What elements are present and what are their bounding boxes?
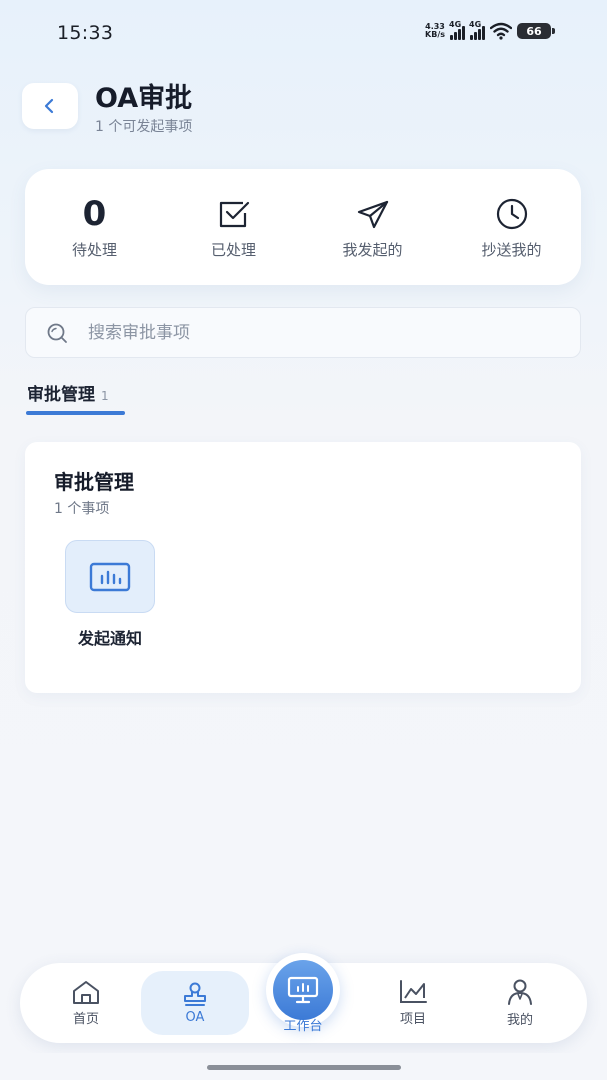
stat-initiated[interactable]: 我发起的	[303, 169, 442, 285]
group-title: 审批管理	[54, 470, 134, 494]
monitor-icon	[287, 976, 319, 1004]
stat-label: 抄送我的	[481, 241, 542, 259]
page-subtitle: 1 个可发起事项	[95, 119, 193, 135]
stats-card: 0 待处理 已处理 我发起的 抄送我的	[25, 169, 581, 285]
send-icon	[357, 200, 388, 229]
line-chart-icon	[400, 980, 427, 1003]
signal-1-icon: 4G	[449, 20, 465, 40]
nav-label: 我的	[506, 1013, 533, 1028]
stat-processed[interactable]: 已处理	[164, 169, 303, 285]
search-input[interactable]	[88, 322, 528, 343]
app-label-send-notice[interactable]: 发起通知	[55, 625, 165, 649]
nav-label-workbench[interactable]: 工作台	[268, 1015, 338, 1034]
approval-group-card: 审批管理 1 个事项 发起通知	[25, 442, 581, 693]
chart-board-icon	[89, 562, 131, 591]
signal-2-icon: 4G	[469, 20, 485, 40]
nav-label: 项目	[399, 1012, 426, 1027]
stat-label: 我发起的	[342, 241, 403, 259]
stamp-icon	[184, 982, 206, 1006]
tab-underline	[26, 411, 125, 415]
battery-icon: 66	[517, 23, 555, 39]
chevron-left-icon	[44, 98, 54, 114]
tab-approval-management[interactable]: 审批管理 1	[27, 380, 109, 405]
status-bar: 15:33 4.33 KB/s 4G 4G 66	[0, 0, 607, 64]
nav-item-projects[interactable]: 项目	[375, 963, 451, 1043]
user-icon	[508, 979, 532, 1005]
stat-label: 待处理	[71, 241, 117, 259]
clock-icon	[496, 198, 527, 230]
nav-item-oa[interactable]: OA	[141, 971, 249, 1035]
wifi-icon	[490, 22, 512, 40]
back-button[interactable]	[22, 83, 78, 129]
stat-pending[interactable]: 0 待处理	[25, 169, 164, 285]
nav-label: OA	[185, 1010, 205, 1025]
tab-label: 审批管理	[27, 385, 95, 405]
stat-cc[interactable]: 抄送我的	[442, 169, 581, 285]
tab-count: 1	[101, 389, 109, 403]
app-tile-send-notice[interactable]	[65, 540, 155, 613]
nav-item-home[interactable]: 首页	[48, 963, 124, 1043]
status-time: 15:33	[57, 22, 114, 44]
group-count: 1 个事项	[54, 501, 110, 517]
nav-label: 首页	[72, 1012, 99, 1027]
nav-item-mine[interactable]: 我的	[482, 963, 558, 1043]
check-square-icon	[219, 201, 249, 228]
search-box[interactable]	[25, 307, 581, 358]
stat-label: 已处理	[210, 241, 256, 259]
home-icon	[73, 981, 99, 1004]
page-title: OA审批	[95, 83, 193, 114]
status-indicators: 4.33 KB/s 4G 4G 66	[425, 20, 555, 40]
network-speed: 4.33 KB/s	[425, 22, 445, 39]
home-indicator[interactable]	[207, 1065, 401, 1070]
pending-count: 0	[82, 194, 107, 234]
search-icon	[47, 323, 67, 343]
